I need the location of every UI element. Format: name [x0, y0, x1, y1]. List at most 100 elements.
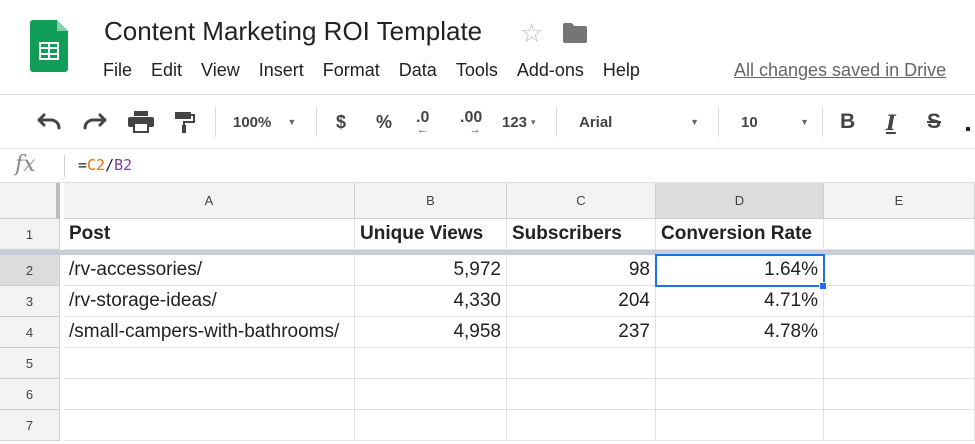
- zoom-value: 100%: [233, 113, 272, 131]
- cell-c7[interactable]: [507, 410, 656, 441]
- cell-d5[interactable]: [656, 348, 824, 379]
- sheets-logo-icon[interactable]: [30, 20, 68, 72]
- cell-b7[interactable]: [355, 410, 507, 441]
- formula-prefix: =: [78, 156, 88, 174]
- cell-c5[interactable]: [507, 348, 656, 379]
- cell-b4[interactable]: 4,958: [355, 317, 507, 348]
- redo-button[interactable]: [82, 95, 108, 149]
- decrease-decimal-button[interactable]: .0 ←: [416, 95, 429, 149]
- menu-help[interactable]: Help: [603, 59, 640, 81]
- cell-d4[interactable]: 4.78%: [656, 317, 824, 348]
- row-header-6[interactable]: 6: [0, 379, 60, 410]
- paint-format-button[interactable]: [174, 95, 196, 149]
- percent-icon: %: [376, 111, 393, 132]
- cell-b6[interactable]: [355, 379, 507, 410]
- menu-insert[interactable]: Insert: [259, 59, 304, 81]
- undo-icon: [37, 113, 61, 130]
- more-formats-button[interactable]: 123 ▾: [502, 95, 536, 149]
- print-icon: [128, 111, 154, 133]
- cell-a1[interactable]: Post: [64, 219, 355, 250]
- cell-d1[interactable]: Conversion Rate: [656, 219, 824, 250]
- menu-tools[interactable]: Tools: [456, 59, 498, 81]
- bold-button[interactable]: B: [840, 95, 855, 149]
- undo-button[interactable]: [36, 95, 62, 149]
- cell-d2[interactable]: 1.64%: [656, 255, 824, 286]
- formula-ref-b2: B2: [114, 156, 133, 174]
- formula-bar: fx =C2/B2: [0, 148, 975, 183]
- menu-add-ons[interactable]: Add-ons: [517, 59, 584, 81]
- chevron-down-icon: ▾: [531, 116, 536, 127]
- row-header-7[interactable]: 7: [0, 410, 60, 441]
- document-title[interactable]: Content Marketing ROI Template: [104, 16, 482, 47]
- cell-c3[interactable]: 204: [507, 286, 656, 317]
- menu-view[interactable]: View: [201, 59, 240, 81]
- cell-a5[interactable]: [64, 348, 355, 379]
- menu-file[interactable]: File: [103, 59, 132, 81]
- redo-icon: [83, 113, 107, 130]
- cell-e3[interactable]: [824, 286, 975, 317]
- save-status-link[interactable]: All changes saved in Drive: [734, 59, 946, 81]
- font-size-select[interactable]: 10 ▼: [741, 95, 809, 149]
- chevron-down-icon: ▼: [800, 117, 809, 127]
- paint-format-icon: [175, 112, 195, 133]
- cell-c6[interactable]: [507, 379, 656, 410]
- percent-format-button[interactable]: %: [376, 95, 392, 149]
- menu-data[interactable]: Data: [399, 59, 437, 81]
- cell-b2[interactable]: 5,972: [355, 255, 507, 286]
- cell-e7[interactable]: [824, 410, 975, 441]
- arrow-left-icon: ←: [417, 124, 429, 136]
- cell-c4[interactable]: 237: [507, 317, 656, 348]
- font-family-select[interactable]: Arial ▼: [579, 95, 699, 149]
- row-header-2[interactable]: 2: [0, 255, 60, 286]
- cell-a2[interactable]: /rv-accessories/: [64, 255, 355, 286]
- formula-operator: /: [105, 156, 115, 174]
- cell-b1[interactable]: Unique Views: [355, 219, 507, 250]
- more-formats-label: 123: [502, 113, 528, 131]
- column-header-e[interactable]: E: [824, 183, 975, 219]
- zoom-select[interactable]: 100% ▼: [233, 95, 296, 149]
- column-header-a[interactable]: A: [64, 183, 355, 219]
- formula-input[interactable]: =C2/B2: [78, 156, 132, 174]
- cell-a6[interactable]: [64, 379, 355, 410]
- row-header-3[interactable]: 3: [0, 286, 60, 317]
- cell-e6[interactable]: [824, 379, 975, 410]
- cell-b5[interactable]: [355, 348, 507, 379]
- chevron-down-icon: ▼: [690, 117, 699, 127]
- cell-d6[interactable]: [656, 379, 824, 410]
- spreadsheet-grid: A B C D E 1 2 3 4 5 6 7 Post Unique View…: [0, 183, 975, 444]
- cell-a4[interactable]: /small-campers-with-bathrooms/: [64, 317, 355, 348]
- title-bar: Content Marketing ROI Template ☆ File Edi…: [0, 0, 975, 94]
- italic-button[interactable]: I: [886, 95, 896, 149]
- italic-icon: I: [886, 109, 896, 135]
- menu-edit[interactable]: Edit: [151, 59, 182, 81]
- cell-c2[interactable]: 98: [507, 255, 656, 286]
- select-all-corner[interactable]: [0, 183, 60, 219]
- strikethrough-button[interactable]: S: [927, 95, 941, 149]
- folder-icon[interactable]: [563, 23, 587, 43]
- row-header-4[interactable]: 4: [0, 317, 60, 348]
- star-icon[interactable]: ☆: [520, 18, 543, 48]
- column-header-d[interactable]: D: [656, 183, 824, 219]
- column-header-b[interactable]: B: [355, 183, 507, 219]
- currency-format-button[interactable]: $: [336, 95, 346, 149]
- menu-format[interactable]: Format: [323, 59, 380, 81]
- increase-decimal-button[interactable]: .00 →: [460, 95, 482, 149]
- print-button[interactable]: [128, 95, 154, 149]
- row-header-5[interactable]: 5: [0, 348, 60, 379]
- cell-e2[interactable]: [824, 255, 975, 286]
- fill-handle[interactable]: [819, 282, 827, 290]
- cell-d7[interactable]: [656, 410, 824, 441]
- cell-d3[interactable]: 4.71%: [656, 286, 824, 317]
- cell-e1[interactable]: [824, 219, 975, 250]
- toolbar-separator: [822, 107, 823, 137]
- cell-e4[interactable]: [824, 317, 975, 348]
- cell-b3[interactable]: 4,330: [355, 286, 507, 317]
- toolbar-separator: [718, 107, 719, 137]
- font-family-value: Arial: [579, 113, 613, 131]
- column-header-c[interactable]: C: [507, 183, 656, 219]
- row-header-1[interactable]: 1: [0, 219, 60, 250]
- cell-c1[interactable]: Subscribers: [507, 219, 656, 250]
- cell-e5[interactable]: [824, 348, 975, 379]
- cell-a3[interactable]: /rv-storage-ideas/: [64, 286, 355, 317]
- cell-a7[interactable]: [64, 410, 355, 441]
